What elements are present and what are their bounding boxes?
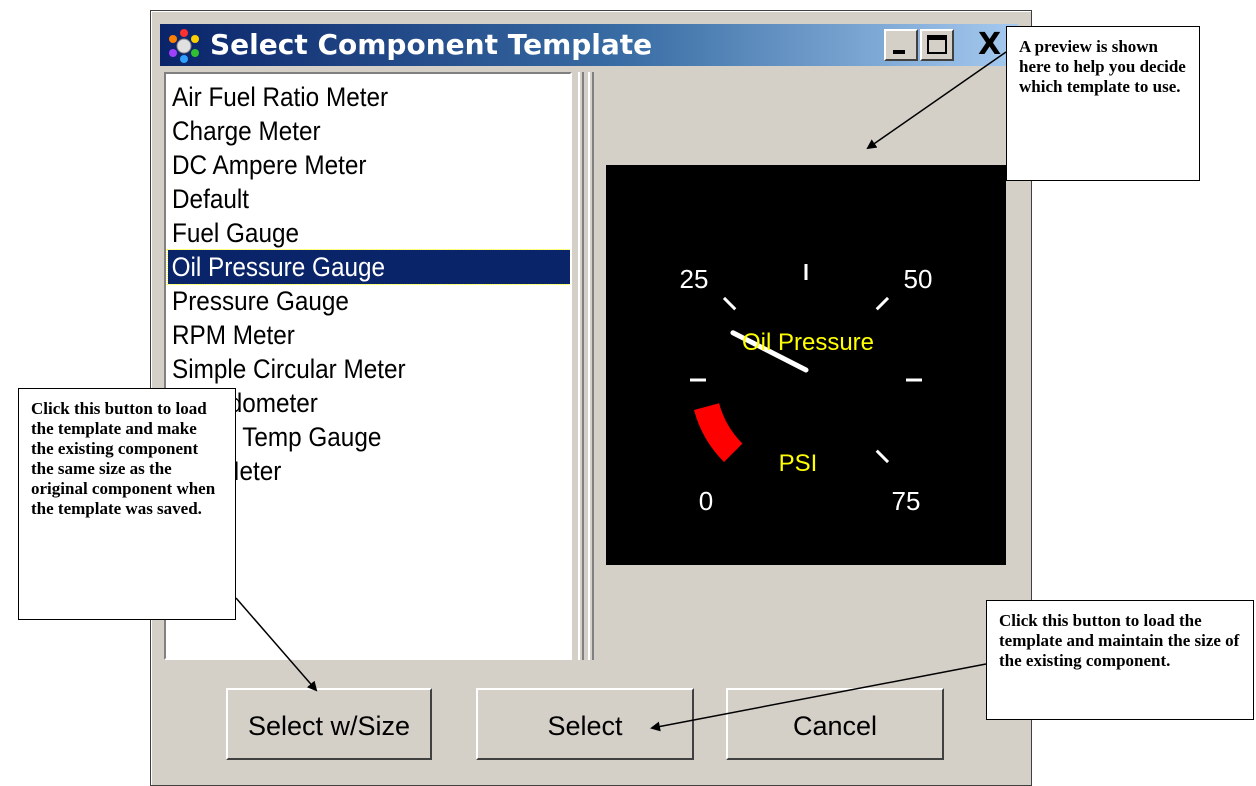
select-callout-arrow (650, 663, 987, 732)
preview-callout-arrow (866, 51, 1007, 150)
select-with-size-callout-arrow (235, 597, 318, 692)
callout-arrows (235, 51, 1007, 732)
